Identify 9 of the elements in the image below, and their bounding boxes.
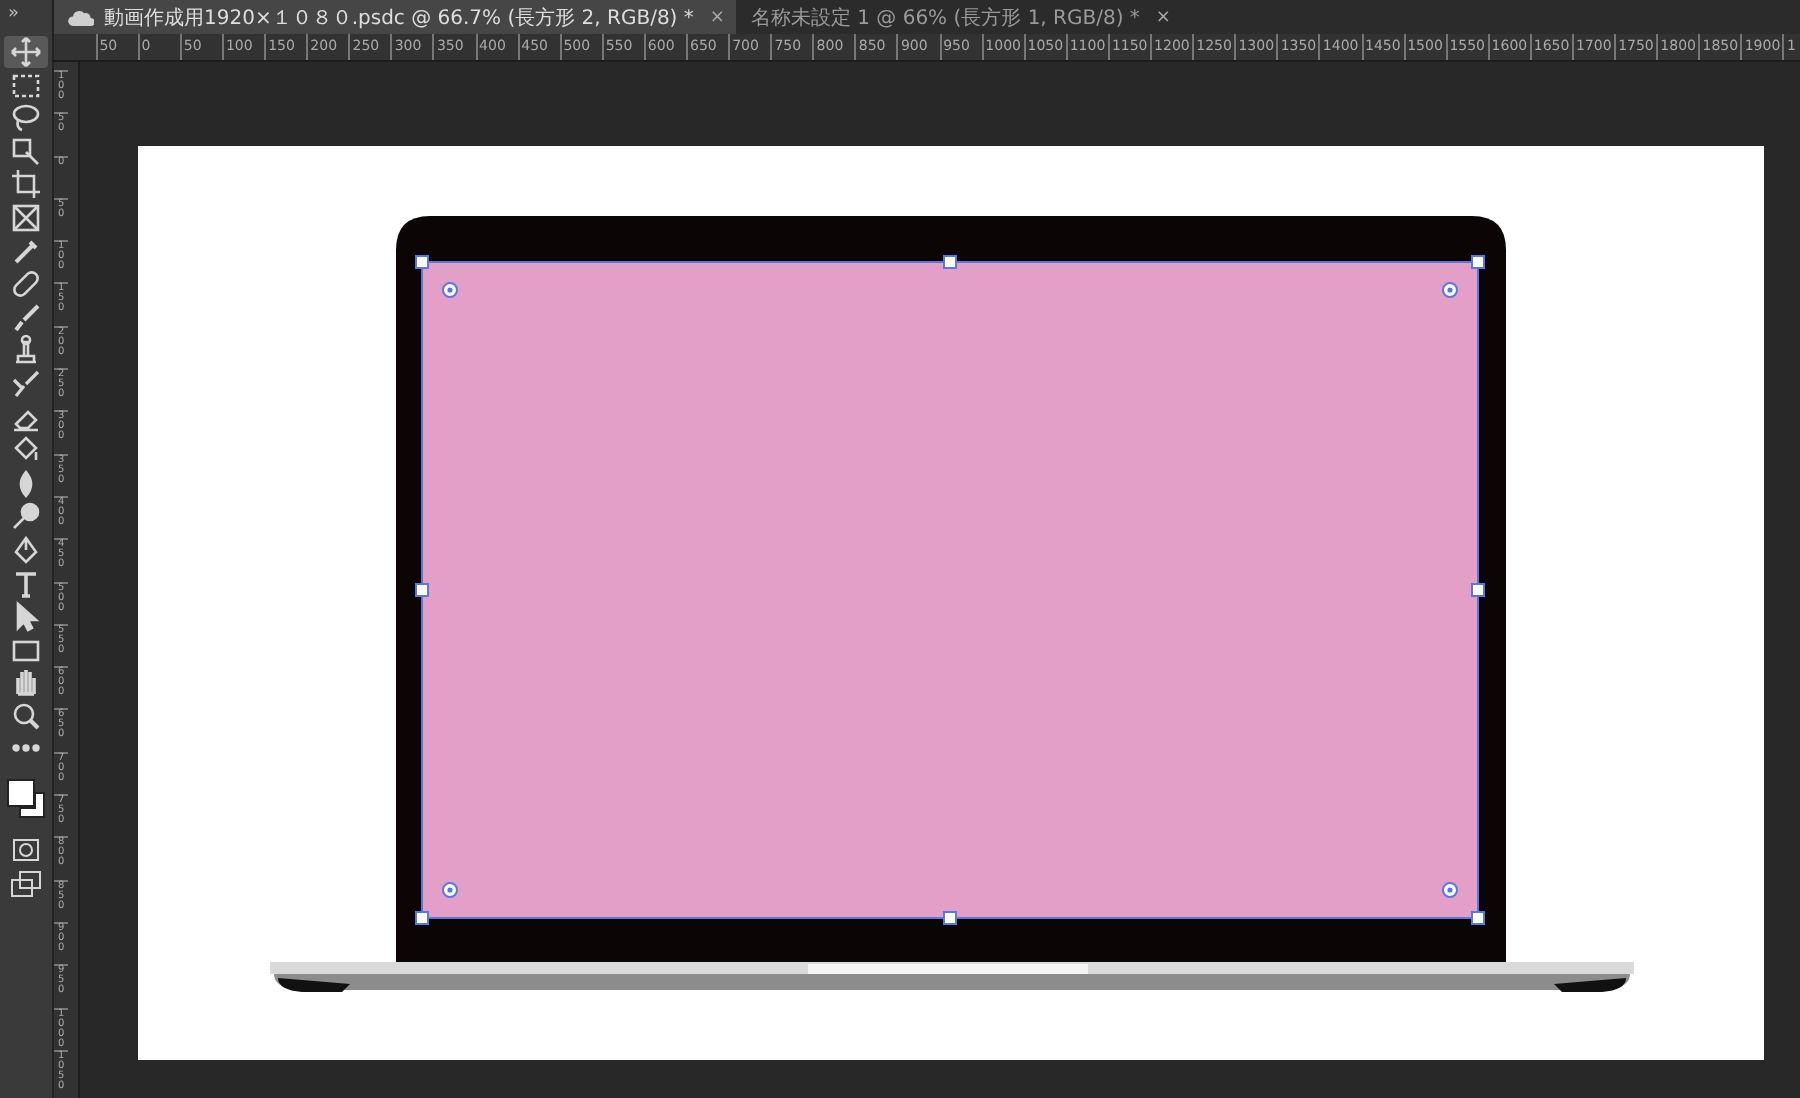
tab-title: 動画作成用1920×１０８０.psdc @ 66.7% (長方形 2, RGB/8) * xyxy=(104,5,694,31)
close-tab-button[interactable]: × xyxy=(709,7,725,27)
background-color-swatch[interactable] xyxy=(19,792,45,819)
collapse-toggle[interactable]: » xyxy=(8,4,20,24)
foreground-color-swatch[interactable] xyxy=(7,779,35,808)
tab-title: 名称未設定 1 @ 66% (長方形 1, RGB/8) * xyxy=(750,5,1140,31)
close-tab-button[interactable]: × xyxy=(1155,7,1171,27)
move-tool-icon[interactable] xyxy=(4,36,48,68)
document-tab[interactable]: 動画作成用1920×１０８０.psdc @ 66.7% (長方形 2, RGB/8) * × xyxy=(54,0,737,34)
